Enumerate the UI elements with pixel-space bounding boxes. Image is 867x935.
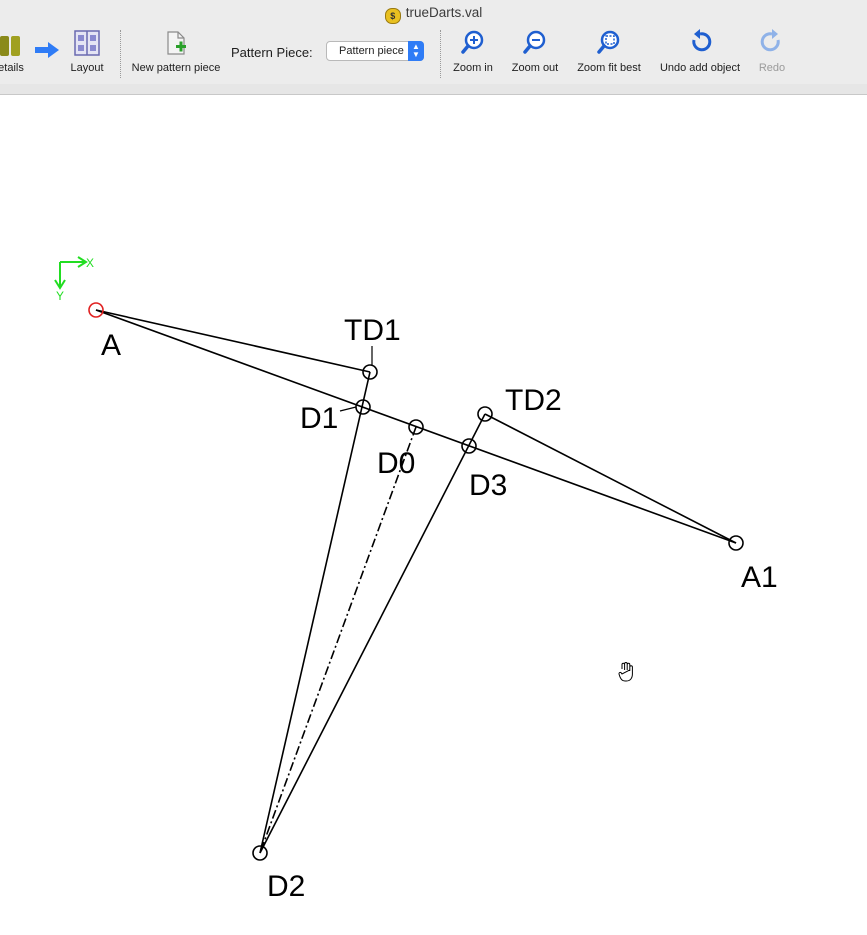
window-title: trueDarts.val [405,5,483,20]
new-pattern-piece-label: New pattern piece [131,62,221,74]
toolbar: etails Layout New pattern piece Pattern … [0,24,867,84]
point-label-d2: D2 [267,870,305,903]
pattern-piece-select-value: Pattern piece [339,45,404,57]
window-title-area: $ trueDarts.val [0,5,867,24]
toolbar-border [0,84,867,95]
zoom-fit-best-label: Zoom fit best [577,62,641,74]
redo-button[interactable]: Redo [754,28,790,80]
drawing-canvas[interactable]: X Y A TD1 D1 D0 TD2 D3 A1 D2 [0,95,867,935]
axes-indicator [54,256,88,290]
line-td1-d2[interactable] [259,371,371,854]
layout-button[interactable]: Layout [66,28,108,80]
zoom-out-label: Zoom out [511,62,559,74]
pattern-piece-select[interactable]: Pattern piece ▲ ▼ [326,41,424,61]
zoom-out-icon [523,30,546,54]
new-pattern-piece-button[interactable]: New pattern piece [130,28,222,80]
zoom-fit-best-icon [597,30,620,54]
new-pattern-piece-icon [167,31,186,55]
axis-x-label: X [86,256,94,270]
point-label-d0: D0 [377,447,415,480]
hand-cursor-icon [618,662,633,682]
toolbar-separator [120,30,121,78]
select-arrows-icon: ▲ ▼ [408,41,424,61]
label-leader-d1 [339,406,357,412]
details-icon [0,36,20,56]
point-label-td1: TD1 [344,314,401,347]
undo-button[interactable]: Undo add object [656,28,744,80]
point-label-td2: TD2 [505,384,562,417]
details-label: etails [0,62,24,74]
zoom-fit-best-button[interactable]: Zoom fit best [574,28,644,80]
zoom-in-icon [461,30,484,54]
title-bar: $ trueDarts.val [0,0,867,24]
undo-icon [692,29,712,52]
axis-y-label: Y [56,289,64,303]
point-label-d3: D3 [469,469,507,502]
line-td2-a1[interactable] [484,413,737,544]
line-a-a1[interactable] [95,309,737,544]
zoom-in-button[interactable]: Zoom in [450,28,496,80]
point-label-d1: D1 [300,402,338,435]
point-label-a1: A1 [741,561,778,594]
toolbar-separator [440,30,441,78]
file-icon: $ [384,8,401,24]
line-a-td1[interactable] [95,309,371,373]
layout-label: Layout [70,62,104,74]
redo-label: Redo [758,62,786,74]
line-d0-d2-dashdot[interactable] [259,426,417,854]
pattern-piece-label: Pattern Piece: [231,45,313,60]
zoom-out-button[interactable]: Zoom out [508,28,562,80]
point-label-a: A [101,329,121,362]
redo-icon [760,29,780,52]
undo-label: Undo add object [659,62,741,74]
details-button[interactable]: etails [0,28,28,80]
zoom-in-label: Zoom in [453,62,493,74]
line-td2-d2[interactable] [259,413,486,854]
layout-icon [74,30,100,56]
